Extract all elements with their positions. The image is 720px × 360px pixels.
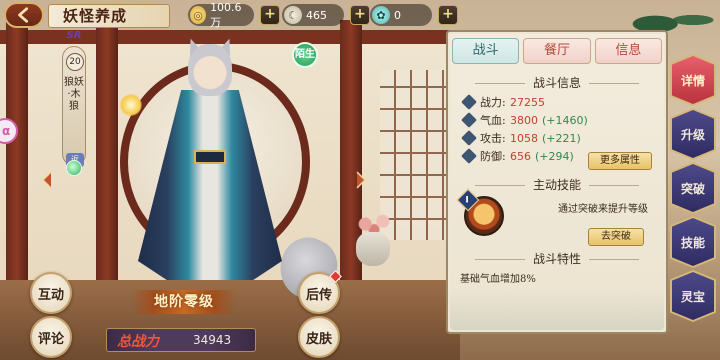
side-tabs: 详情 升级 突破 技能 灵宝 <box>670 54 716 322</box>
element-icon <box>66 160 82 176</box>
legend-button[interactable]: 后传 <box>298 270 342 314</box>
defense-icon <box>461 148 477 164</box>
top-bar: 妖怪养成 ◎ 100.6万 + ☾ 465 + ✿ 0 + <box>0 0 720 30</box>
event-glyph: α <box>2 124 11 138</box>
power-icon <box>461 94 477 110</box>
comment-button[interactable]: 评论 <box>30 316 72 358</box>
tab-info[interactable]: 信息 <box>594 38 662 64</box>
go-breakthrough-button[interactable]: 去突破 <box>588 228 644 246</box>
stat-row-power: 战力: 27255 <box>461 94 549 110</box>
character-head <box>188 44 232 96</box>
side-tab-treasure[interactable]: 灵宝 <box>672 272 714 320</box>
grade-plate: 地阶零级 <box>132 290 236 314</box>
jade-resource: ☾ 465 + <box>282 4 370 26</box>
skill-description: 通过突破来提升等级 <box>558 204 648 215</box>
dew-value: 0 <box>394 8 401 22</box>
add-dew-button[interactable]: + <box>438 5 458 25</box>
stat-row-defense: 防御: 656 (+294) <box>461 148 574 164</box>
side-tab-breakthrough[interactable]: 突破 <box>672 164 714 212</box>
interact-label: 互动 <box>37 287 64 303</box>
more-attributes-button[interactable]: 更多属性 <box>588 152 652 170</box>
jade-value: 465 <box>306 8 327 22</box>
attack-icon <box>461 130 477 146</box>
rank-column: SR 20 狼妖·木狼 近 <box>60 30 88 167</box>
stat-row-hp: 气血: 3800 (+1460) <box>461 112 588 128</box>
battle-trait-heading: 战斗特性 <box>448 250 666 267</box>
previous-character-arrow-icon[interactable] <box>40 170 54 190</box>
next-character-arrow-icon[interactable] <box>354 170 368 190</box>
character-robe <box>138 90 282 280</box>
spirit-jade-icon: ☾ <box>284 6 302 24</box>
wooden-pillar <box>6 20 28 290</box>
side-tab-skills[interactable]: 技能 <box>672 218 714 266</box>
add-gold-button[interactable]: + <box>260 5 280 25</box>
tab-restaurant[interactable]: 餐厅 <box>523 38 591 64</box>
legend-label: 后传 <box>305 287 332 303</box>
tab-battle[interactable]: 战斗 <box>452 38 520 64</box>
back-button[interactable] <box>4 2 44 28</box>
active-skill-heading: 主动技能 <box>448 176 666 193</box>
character-belt <box>194 150 226 164</box>
name-scroll: 20 狼妖·木狼 近 <box>62 46 86 167</box>
side-tab-upgrade[interactable]: 升级 <box>672 110 714 158</box>
gold-resource: ◎ 100.6万 + <box>188 1 280 29</box>
dew-resource: ✿ 0 + <box>370 4 458 26</box>
flower-vase <box>356 232 390 266</box>
battle-info-heading: 战斗信息 <box>448 74 666 91</box>
panel-landscape-decoration <box>450 290 664 330</box>
add-jade-button[interactable]: + <box>350 5 370 25</box>
stat-row-attack: 攻击: 1058 (+221) <box>461 130 581 146</box>
side-tab-details[interactable]: 详情 <box>672 56 714 104</box>
skin-button[interactable]: 皮肤 <box>298 316 340 358</box>
total-power-label: 总战力 <box>117 334 159 350</box>
total-power-plate: 总战力 34943 <box>106 328 256 352</box>
total-power-value: 34943 <box>193 333 232 347</box>
character-level: 20 <box>66 53 84 71</box>
panel-tabs: 战斗 餐厅 信息 <box>452 38 662 64</box>
interact-button[interactable]: 互动 <box>30 272 72 314</box>
back-arrow-icon <box>18 7 29 23</box>
dewdrop-icon: ✿ <box>372 6 390 24</box>
hp-icon <box>461 112 477 128</box>
character-portrait[interactable] <box>110 35 347 308</box>
page-title: 妖怪养成 <box>48 4 170 28</box>
info-panel: 战斗 餐厅 信息 战斗信息 战力: 27255 气血: 3800 (+1460)… <box>446 30 668 334</box>
comment-label: 评论 <box>37 331 64 347</box>
skin-label: 皮肤 <box>305 331 332 347</box>
spirit-orb <box>120 94 142 116</box>
character-name: 狼妖·木狼 <box>64 77 84 112</box>
battle-trait-text: 基础气血增加8% <box>460 274 536 285</box>
gold-coin-icon: ◎ <box>190 6 207 24</box>
rarity-badge: SR <box>66 30 82 41</box>
gold-value: 100.6万 <box>210 0 242 29</box>
familiarity-badge: 陌生 <box>292 42 318 68</box>
